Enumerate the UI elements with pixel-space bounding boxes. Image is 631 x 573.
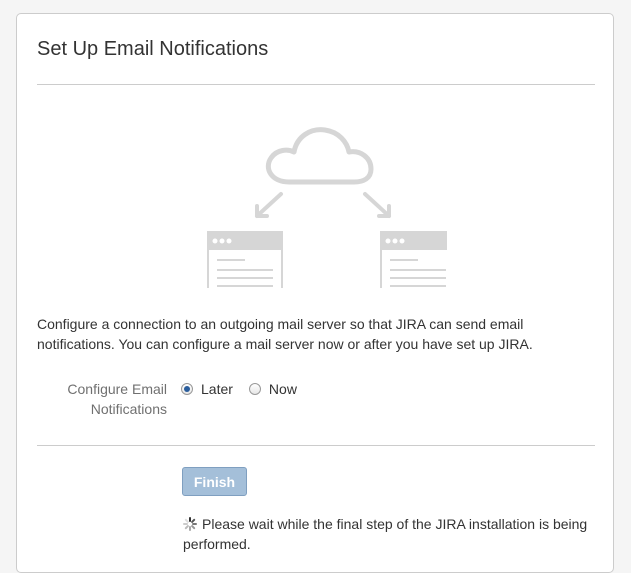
- header-divider: [37, 84, 595, 85]
- cloud-icon: [265, 127, 374, 185]
- progress-text: Please wait while the final step of the …: [183, 516, 588, 552]
- configure-email-label: Configure Email Notifications: [67, 381, 167, 417]
- setup-dialog: Set Up Email Notifications Configure a c…: [16, 13, 614, 573]
- email-config-radio-group: Later Now: [181, 379, 313, 399]
- progress-message: Please wait while the final step of the …: [183, 514, 603, 554]
- arrow-down-left-icon: [255, 192, 283, 218]
- email-illustration: [207, 127, 447, 288]
- browser-window-icon: [207, 231, 283, 288]
- page-title: Set Up Email Notifications: [37, 38, 269, 60]
- spinner-icon: [183, 517, 197, 531]
- arrow-down-right-icon: [363, 192, 391, 218]
- browser-window-icon: [380, 231, 447, 288]
- form-divider: [37, 445, 595, 446]
- radio-later-label[interactable]: Later: [201, 381, 233, 397]
- radio-later[interactable]: [181, 383, 193, 395]
- description-text: Configure a connection to an outgoing ma…: [37, 316, 533, 352]
- finish-button[interactable]: Finish: [182, 467, 247, 496]
- radio-now[interactable]: [248, 383, 261, 395]
- radio-now-label[interactable]: Now: [269, 381, 297, 397]
